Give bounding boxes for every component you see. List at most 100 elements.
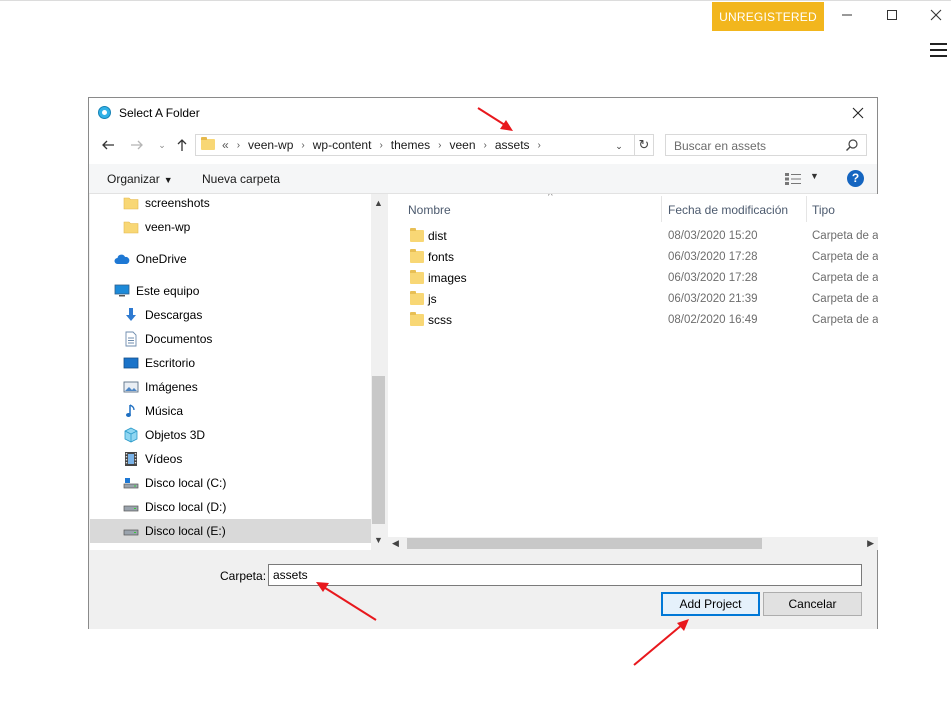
scrollbar-thumb[interactable] xyxy=(407,538,762,549)
breadcrumb: « › veen-wp › wp-content › themes › veen… xyxy=(222,138,549,152)
tree-item-desktop[interactable]: Escritorio xyxy=(90,351,386,375)
tree-item-label: Vídeos xyxy=(145,452,183,466)
dialog-close-icon[interactable] xyxy=(847,102,869,124)
file-row[interactable]: js 06/03/2020 21:39 Carpeta de a xyxy=(388,289,878,310)
folder-icon xyxy=(410,312,424,326)
scrollbar-thumb[interactable] xyxy=(372,376,385,524)
tree-item-label: Música xyxy=(145,404,184,418)
view-options-icon[interactable] xyxy=(785,173,801,185)
navigation-scrollbar[interactable]: ▲ ▼ xyxy=(371,194,386,550)
breadcrumb-item[interactable]: themes xyxy=(391,138,430,152)
chevron-right-icon: › xyxy=(379,139,383,151)
tree-item-drive-e[interactable]: Disco local (E:) xyxy=(90,519,386,543)
column-header-name[interactable]: Nombre ^ xyxy=(408,194,658,226)
chevron-right-icon: › xyxy=(537,139,541,151)
breadcrumb-item[interactable]: assets xyxy=(495,138,530,152)
tree-item-videos[interactable]: Vídeos xyxy=(90,447,386,471)
tree-item-pictures[interactable]: Imágenes xyxy=(90,375,386,399)
tree-item-label: Descargas xyxy=(145,308,203,322)
scroll-up-icon[interactable]: ▲ xyxy=(371,196,386,211)
navigation-bar: ⌄ « › veen-wp › wp-content › themes › ve… xyxy=(89,128,877,164)
column-header-label: Nombre xyxy=(408,203,451,217)
tree-item-downloads[interactable]: Descargas xyxy=(90,303,386,327)
new-folder-button[interactable]: Nueva carpeta xyxy=(202,172,280,186)
tree-item-3d-objects[interactable]: Objetos 3D xyxy=(90,423,386,447)
file-list-horizontal-scrollbar[interactable]: ◀ ▶ xyxy=(388,537,878,550)
file-row[interactable]: images 06/03/2020 17:28 Carpeta de a xyxy=(388,268,878,289)
back-arrow-icon[interactable] xyxy=(98,135,118,155)
drive-icon xyxy=(123,499,139,515)
recent-locations-chevron-icon[interactable]: ⌄ xyxy=(152,135,172,155)
download-icon xyxy=(123,307,139,323)
help-icon[interactable]: ? xyxy=(847,170,864,187)
music-icon xyxy=(123,403,139,419)
maximize-icon[interactable] xyxy=(877,4,907,26)
tree-item-drive-d[interactable]: Disco local (D:) xyxy=(90,495,386,519)
search-box[interactable] xyxy=(665,134,867,156)
view-dropdown-icon[interactable]: ▼ xyxy=(810,171,819,181)
breadcrumb-item[interactable]: veen-wp xyxy=(248,138,293,152)
app-top-border xyxy=(0,0,951,1)
breadcrumb-item[interactable]: wp-content xyxy=(313,138,372,152)
tree-item-drive-c[interactable]: Disco local (C:) xyxy=(90,471,386,495)
tree-item-label: Disco local (C:) xyxy=(145,476,227,490)
unregistered-badge[interactable]: UNREGISTERED xyxy=(712,2,824,31)
tree-item-music[interactable]: Música xyxy=(90,399,386,423)
video-icon xyxy=(123,451,139,467)
tree-item-onedrive[interactable]: OneDrive xyxy=(90,247,386,271)
breadcrumb-item[interactable]: veen xyxy=(449,138,475,152)
document-icon xyxy=(123,331,139,347)
column-header-label: Tipo xyxy=(812,203,835,217)
tree-item-label: Escritorio xyxy=(145,356,196,370)
column-header-modified[interactable]: Fecha de modificación xyxy=(668,194,803,226)
search-icon[interactable] xyxy=(845,138,859,152)
drive-icon xyxy=(123,475,139,491)
scroll-down-icon[interactable]: ▼ xyxy=(371,533,386,548)
file-row[interactable]: scss 08/02/2020 16:49 Carpeta de a xyxy=(388,310,878,331)
hamburger-menu-icon[interactable] xyxy=(930,43,947,57)
tree-item-label: OneDrive xyxy=(136,252,187,266)
chevron-right-icon: › xyxy=(301,139,305,151)
minimize-icon[interactable] xyxy=(832,4,862,26)
app-logo-icon xyxy=(98,106,111,119)
scroll-right-icon[interactable]: ▶ xyxy=(867,537,874,550)
tree-item-veen-wp[interactable]: veen-wp xyxy=(90,215,386,239)
column-divider[interactable] xyxy=(661,196,662,222)
address-bar[interactable]: « › veen-wp › wp-content › themes › veen… xyxy=(195,134,654,156)
folder-icon xyxy=(201,137,215,150)
column-header-type[interactable]: Tipo xyxy=(812,194,878,226)
forward-arrow-icon[interactable] xyxy=(127,135,147,155)
scroll-left-icon[interactable]: ◀ xyxy=(392,537,399,550)
chevron-right-icon: › xyxy=(438,139,442,151)
tree-item-screenshots[interactable]: screenshots xyxy=(90,194,386,215)
tree-item-label: Imágenes xyxy=(145,380,198,394)
file-name: dist xyxy=(428,229,447,243)
organize-button[interactable]: Organizar ▼ xyxy=(107,172,173,186)
address-dropdown-icon[interactable]: ⌄ xyxy=(612,136,626,156)
computer-icon xyxy=(114,283,130,299)
tree-item-label: Disco local (D:) xyxy=(145,500,227,514)
search-input[interactable] xyxy=(672,137,846,155)
file-row[interactable]: fonts 06/03/2020 17:28 Carpeta de a xyxy=(388,247,878,268)
close-icon[interactable] xyxy=(921,4,951,26)
tree-item-label: Documentos xyxy=(145,332,213,346)
file-row[interactable]: dist 08/03/2020 15:20 Carpeta de a xyxy=(388,226,878,247)
file-type: Carpeta de a xyxy=(812,293,878,305)
dialog-title: Select A Folder xyxy=(119,106,200,120)
folder-name-input[interactable] xyxy=(268,564,862,586)
tree-item-documents[interactable]: Documentos xyxy=(90,327,386,351)
up-arrow-icon[interactable] xyxy=(172,135,192,155)
file-modified: 08/03/2020 15:20 xyxy=(668,230,758,242)
file-modified: 06/03/2020 21:39 xyxy=(668,293,758,305)
refresh-icon[interactable]: ↻ xyxy=(634,134,654,156)
add-project-button[interactable]: Add Project xyxy=(661,592,760,616)
folder-icon xyxy=(123,219,139,235)
folder-icon xyxy=(410,249,424,263)
breadcrumb-overflow[interactable]: « xyxy=(222,138,229,152)
image-icon xyxy=(123,379,139,395)
tree-item-this-pc[interactable]: Este equipo xyxy=(90,279,386,303)
tree-item-label: Objetos 3D xyxy=(145,428,206,442)
column-divider[interactable] xyxy=(806,196,807,222)
file-list-pane: Nombre ^ Fecha de modificación Tipo dist… xyxy=(388,194,878,550)
cancel-button[interactable]: Cancelar xyxy=(763,592,862,616)
